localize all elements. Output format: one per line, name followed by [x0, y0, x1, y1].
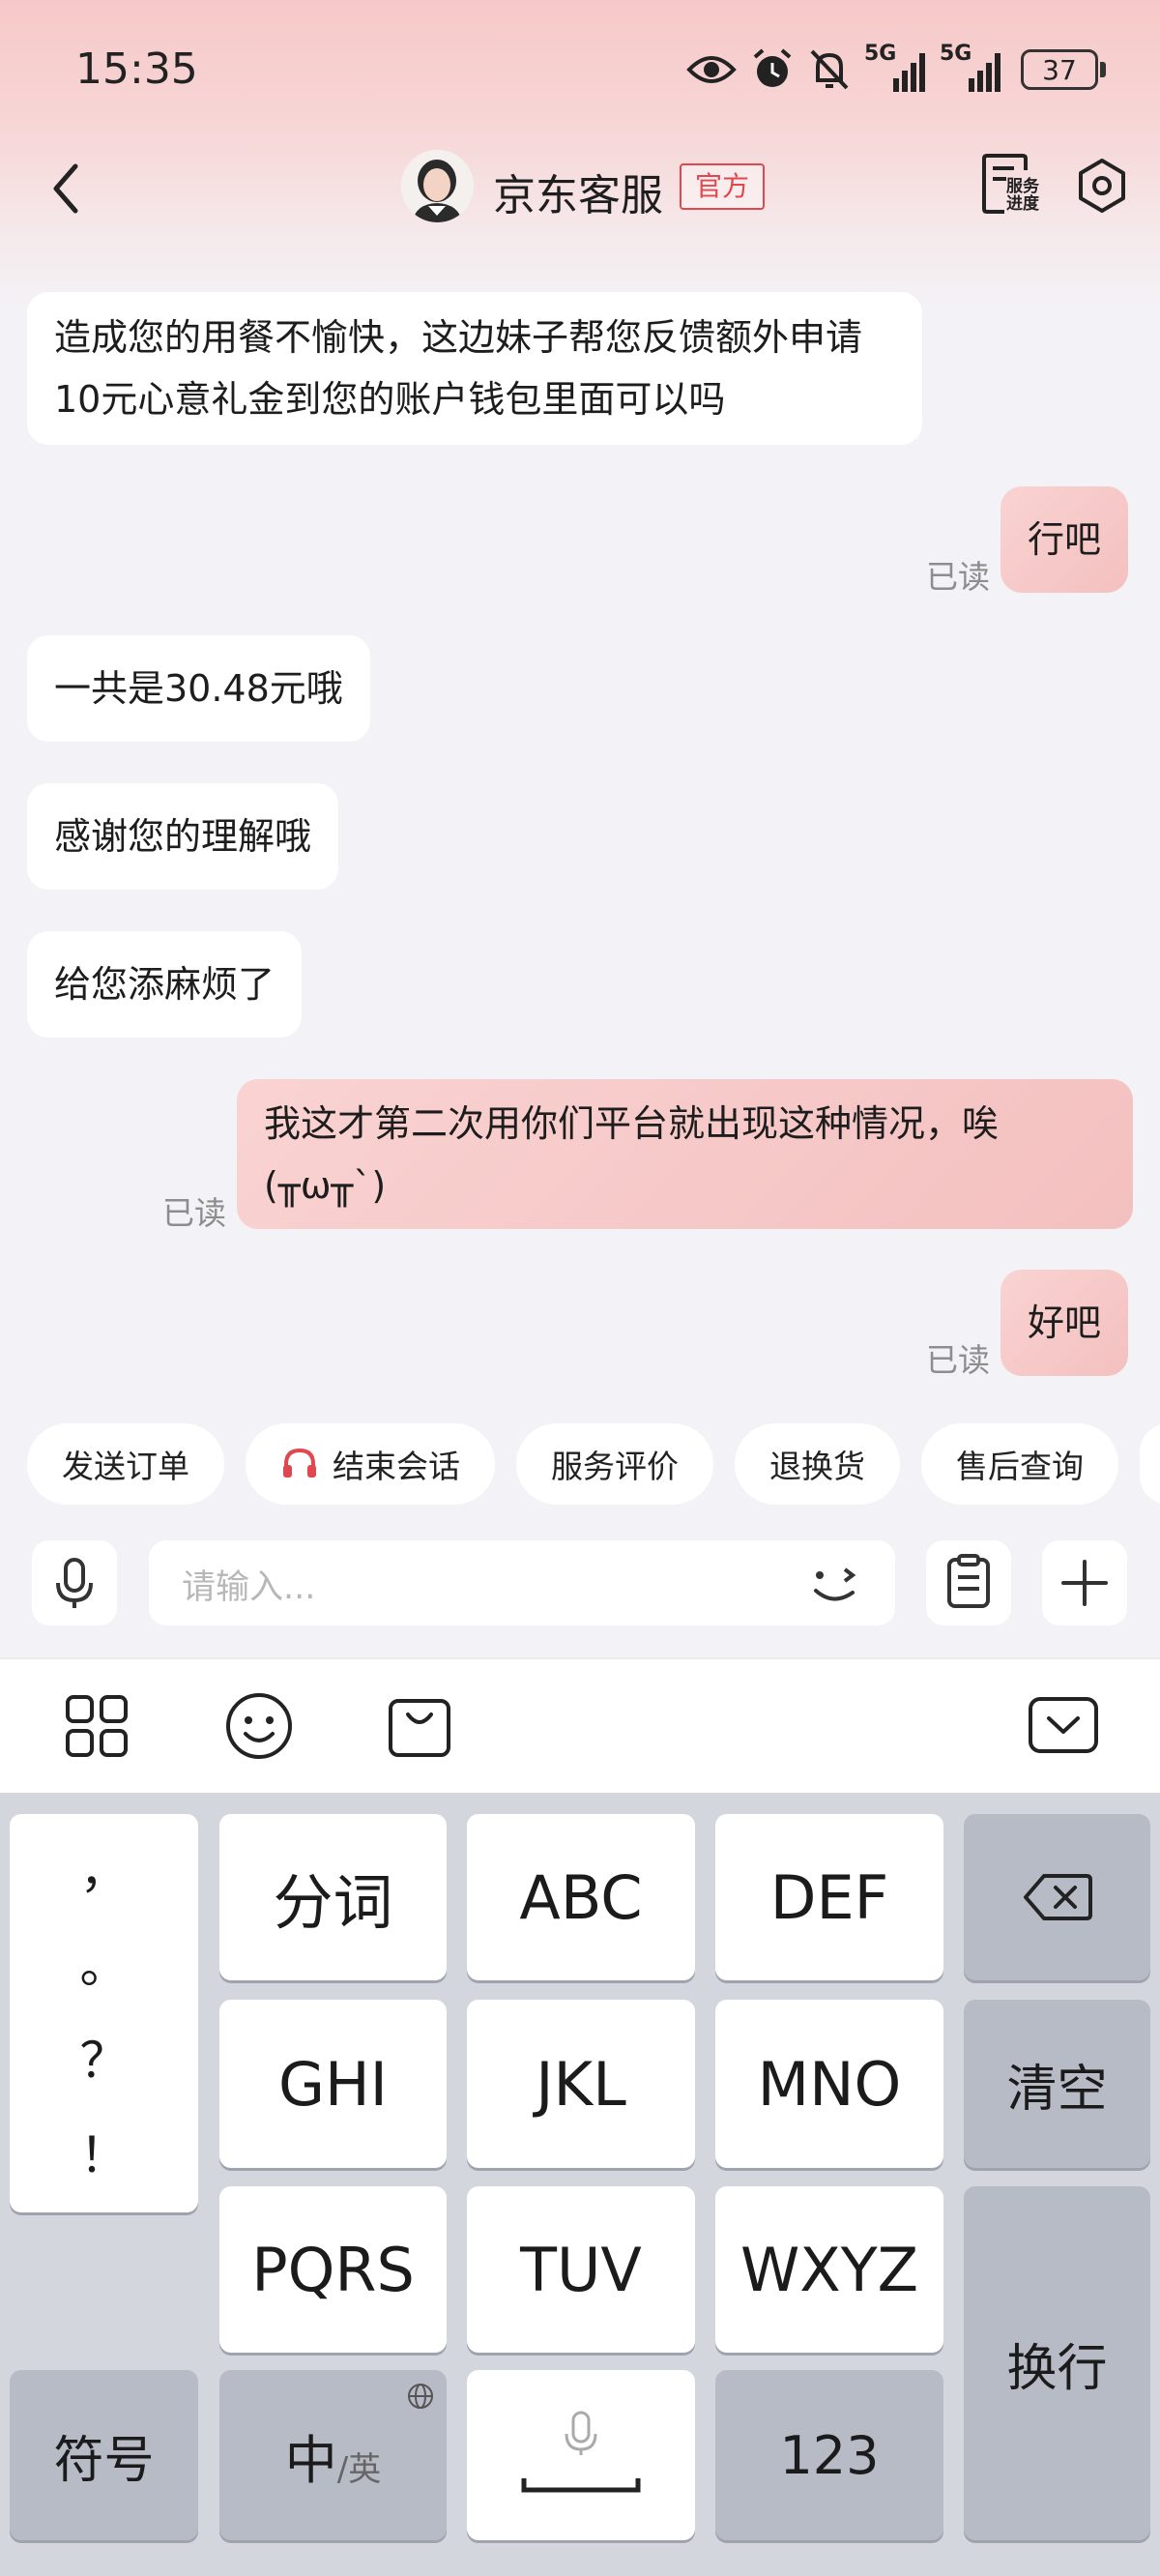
quick-send-order[interactable]: 发送订单 — [27, 1423, 224, 1505]
punct-period[interactable]: 。 — [80, 1942, 129, 1990]
key-abc[interactable]: ABC — [467, 1814, 695, 1980]
grid-apps-icon[interactable] — [62, 1691, 131, 1761]
key-ghi[interactable]: GHI — [219, 2000, 447, 2168]
key-def[interactable]: DEF — [715, 1814, 943, 1980]
voice-button[interactable] — [32, 1540, 117, 1625]
quick-service-rating[interactable]: 服务评价 — [516, 1423, 713, 1505]
punctuation-key[interactable]: ， 。 ？ ！ — [10, 1814, 198, 2212]
enter-key[interactable]: 换行 — [964, 2186, 1150, 2540]
alarm-icon — [753, 48, 792, 87]
key-jkl[interactable]: JKL — [467, 2000, 695, 2168]
quick-return-exchange-label: 退换货 — [769, 1448, 865, 1485]
message-incoming[interactable]: 一共是30.48元哦 — [27, 635, 370, 742]
signal-2: 5G — [940, 42, 1007, 94]
collapse-keyboard-icon[interactable] — [1028, 1691, 1099, 1761]
signal-1-bars-icon — [893, 53, 925, 92]
quick-end-session[interactable]: 结束会话 — [246, 1423, 495, 1505]
status-icons: 5G 5G 37 — [686, 42, 1106, 97]
key-pqrs[interactable]: PQRS — [219, 2186, 447, 2353]
message-incoming[interactable]: 感谢您的理解哦 — [27, 783, 339, 890]
microphone-icon — [56, 1558, 93, 1608]
quick-service-rating-label: 服务评价 — [551, 1448, 679, 1485]
service-progress-label: 服务 进度 — [1006, 177, 1039, 214]
key-tuv[interactable]: TUV — [467, 2186, 695, 2353]
quick-aftersale-query[interactable]: 售后查询 — [921, 1423, 1118, 1505]
more-button[interactable] — [1042, 1540, 1127, 1625]
ime-keyboard: ， 。 ？ ！ 分词 ABC DEF GHI JKL MNO 清空 PQRS T… — [0, 1793, 1160, 2576]
quick-return-exchange[interactable]: 退换货 — [735, 1423, 900, 1505]
plus-icon — [1061, 1560, 1108, 1606]
agent-avatar-icon — [401, 150, 474, 222]
mute-bell-icon — [810, 49, 849, 90]
battery-level: 37 — [1021, 49, 1098, 90]
message-outgoing[interactable]: 好吧 — [1000, 1270, 1129, 1376]
globe-icon — [408, 2384, 433, 2409]
key-fenci[interactable]: 分词 — [219, 1814, 447, 1980]
space-key[interactable] — [467, 2370, 695, 2540]
emoji-wink-icon[interactable] — [806, 1554, 866, 1612]
message-incoming[interactable]: 造成您的用餐不愉快，这边妹子帮您反馈额外申请10元心意礼金到您的账户钱包里面可以… — [27, 292, 922, 445]
numbers-key[interactable]: 123 — [715, 2370, 943, 2540]
settings-icon[interactable] — [1073, 157, 1131, 215]
punct-comma[interactable]: ， — [80, 1847, 129, 1895]
key-wxyz[interactable]: WXYZ — [715, 2186, 943, 2353]
battery-indicator: 37 — [1021, 49, 1106, 90]
official-badge: 官方 — [680, 163, 766, 210]
signal-2-bars-icon — [969, 53, 1000, 92]
read-receipt: 已读 — [926, 558, 990, 596]
quick-aftersale-query-label: 售后查询 — [956, 1448, 1084, 1485]
message-outgoing[interactable]: 行吧 — [1000, 486, 1129, 593]
quick-action-bar: 发送订单 结束会话 服务评价 退换货 售后查询 — [0, 1423, 1160, 1516]
shopping-bag-icon[interactable] — [385, 1691, 454, 1761]
chat-screen: { "status_bar": {"time": "15:35", "batte… — [0, 0, 1160, 2576]
language-switch-key[interactable]: 中/英 — [219, 2370, 447, 2540]
status-time: 15:35 — [75, 44, 198, 94]
read-receipt: 已读 — [162, 1194, 226, 1232]
signal-1: 5G — [864, 42, 926, 94]
lang-alt-label: /英 — [336, 2449, 382, 2489]
input-placeholder: 请输入... — [182, 1568, 316, 1607]
clipboard-button[interactable] — [926, 1540, 1011, 1625]
space-mic-icon — [521, 2411, 641, 2493]
eye-icon — [686, 56, 737, 83]
clear-key[interactable]: 清空 — [964, 2000, 1150, 2168]
read-receipt: 已读 — [926, 1341, 990, 1379]
emoji-icon[interactable] — [224, 1691, 294, 1761]
symbols-key[interactable]: 符号 — [10, 2370, 198, 2540]
status-bar: 15:35 5G 5G 37 — [0, 0, 1160, 145]
clipboard-icon — [947, 1554, 990, 1608]
input-row: 请输入... — [0, 1537, 1160, 1634]
back-arrow-icon[interactable] — [39, 155, 97, 222]
headset-icon — [283, 1448, 316, 1478]
punct-exclaim[interactable]: ！ — [80, 2131, 129, 2180]
chat-header: 京东客服 官方 服务 进度 — [0, 145, 1160, 232]
message-input[interactable]: 请输入... — [149, 1540, 895, 1625]
key-mno[interactable]: MNO — [715, 2000, 943, 2168]
quick-send-order-label: 发送订单 — [62, 1448, 189, 1485]
quick-more-chip[interactable] — [1140, 1423, 1160, 1505]
message-incoming[interactable]: 给您添麻烦了 — [27, 931, 303, 1038]
agent-avatar[interactable] — [401, 150, 474, 222]
backspace-icon — [1023, 1874, 1092, 1920]
keyboard-toolbar — [0, 1657, 1160, 1793]
backspace-key[interactable] — [964, 1814, 1150, 1980]
chat-title: 京东客服 — [493, 171, 663, 220]
message-outgoing[interactable]: 我这才第二次用你们平台就出现这种情况，唉(╥ω╥`) — [237, 1079, 1133, 1229]
lang-main-label: 中 — [284, 2429, 337, 2491]
punct-question[interactable]: ？ — [80, 2036, 129, 2085]
quick-end-session-label: 结束会话 — [333, 1448, 460, 1485]
service-progress-button[interactable]: 服务 进度 — [981, 153, 1041, 215]
